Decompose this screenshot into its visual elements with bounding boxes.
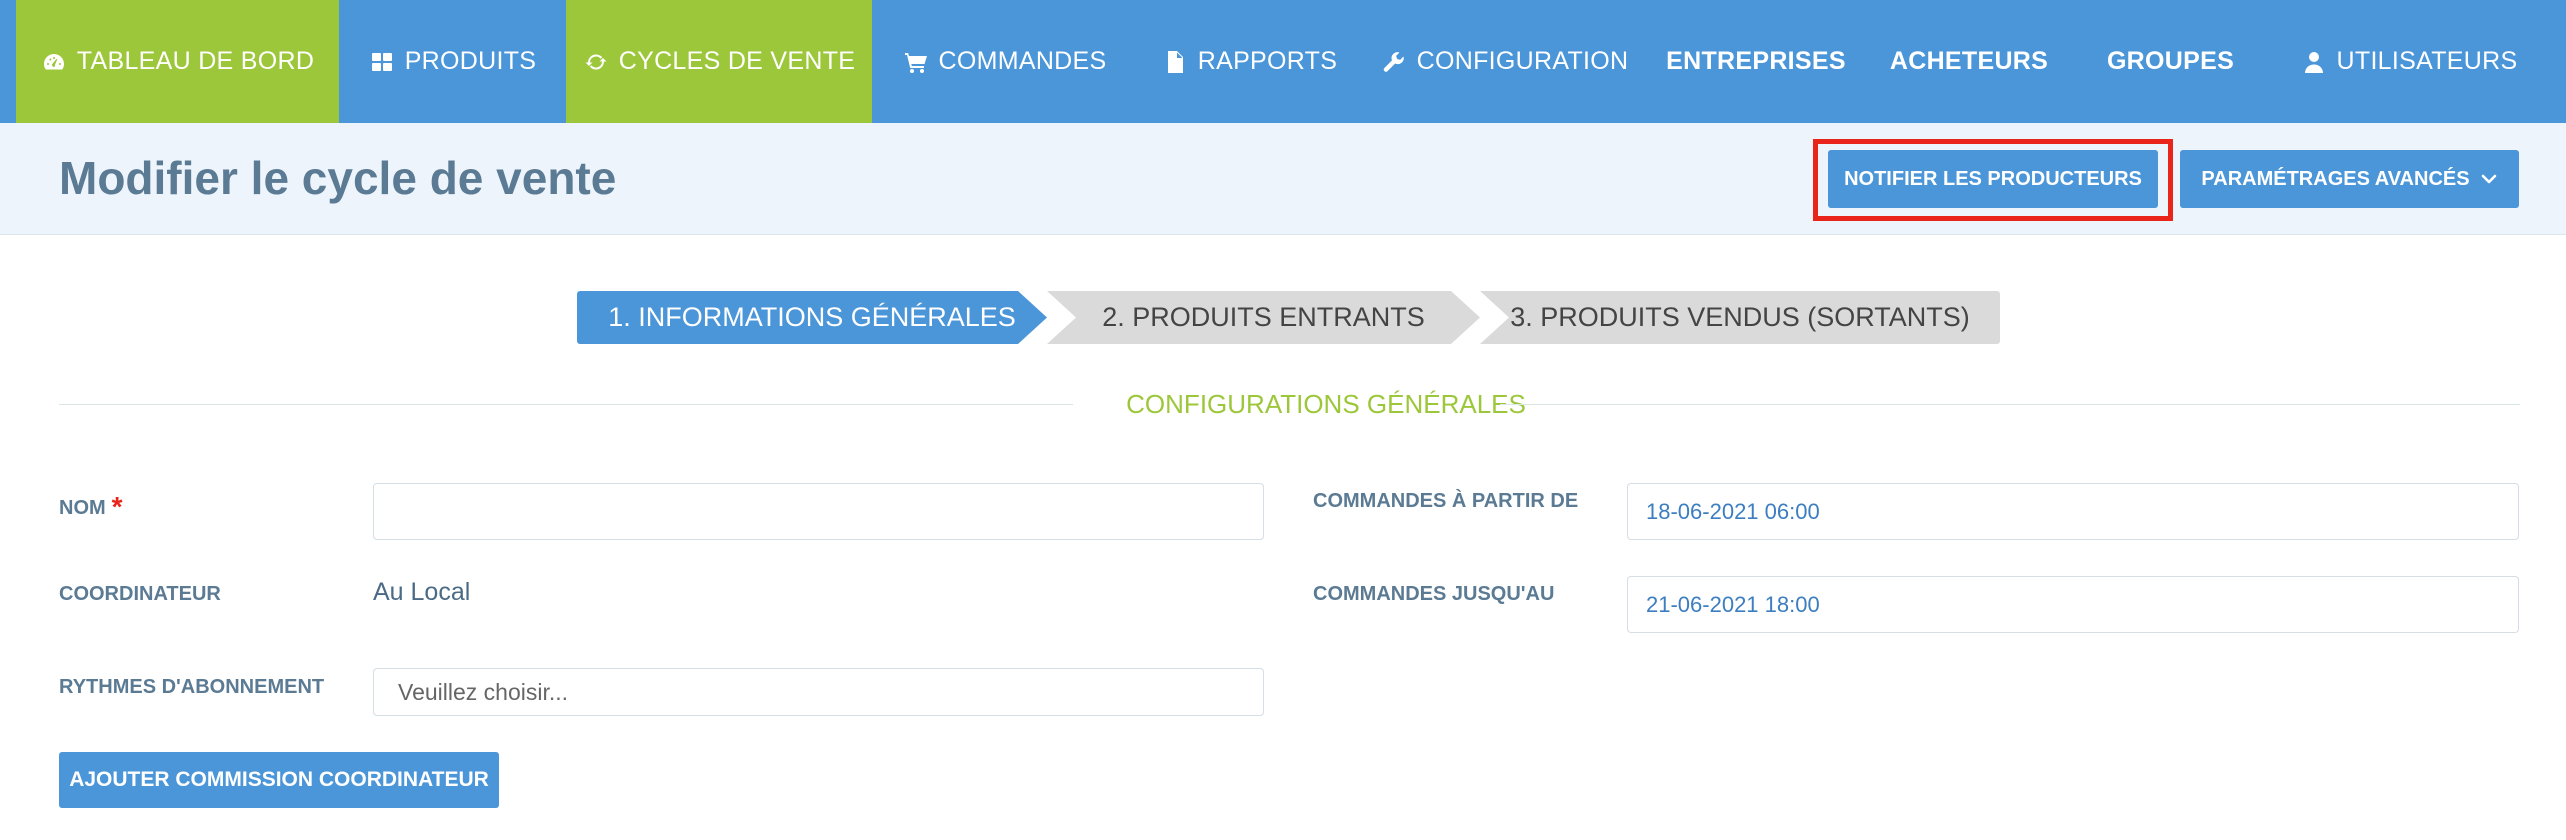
rythmes-placeholder: Veuillez choisir... xyxy=(398,678,569,705)
nav-item-tableau-de-bord[interactable]: TABLEAU DE BORD xyxy=(16,0,339,137)
rythmes-label: RYTHMES D'ABONNEMENT xyxy=(59,676,325,698)
nav-item-acheteurs[interactable]: ACHETEURS xyxy=(1865,0,2073,123)
nom-field[interactable] xyxy=(373,483,1264,540)
rythmes-select[interactable]: Veuillez choisir... xyxy=(373,668,1264,716)
nav-label-acheteurs: ACHETEURS xyxy=(1889,47,2049,75)
nav-label-commandes: COMMANDES xyxy=(938,47,1107,75)
step-label: 1. INFORMATIONS GÉNÉRALES xyxy=(608,302,1016,332)
nav-label-configuration: CONFIGURATION xyxy=(1416,47,1629,75)
nav-item-rapports[interactable]: RAPPORTS xyxy=(1137,0,1362,123)
wizard-steps: 1. INFORMATIONS GÉNÉRALES 2. PRODUITS EN… xyxy=(577,291,2000,344)
nav-item-commandes[interactable]: COMMANDES xyxy=(872,0,1137,123)
add-coordinator-commission-button[interactable]: AJOUTER COMMISSION COORDINATEUR xyxy=(59,752,499,808)
dashboard-icon xyxy=(41,49,67,75)
chevron-down-icon xyxy=(2480,170,2498,188)
user-icon xyxy=(2301,49,2327,75)
file-icon xyxy=(1162,49,1188,75)
cart-icon xyxy=(903,49,929,75)
nav-label-tableau-de-bord: TABLEAU DE BORD xyxy=(76,47,315,75)
commandes-fin-label: COMMANDES JUSQU'AU xyxy=(1313,583,1555,605)
nav-item-utilisateurs[interactable]: UTILISATEURS xyxy=(2268,0,2550,123)
nav-label-entreprises: ENTREPRISES xyxy=(1666,47,1846,75)
notify-producers-button[interactable]: NOTIFIER LES PRODUCTEURS xyxy=(1828,150,2158,208)
step-produits-entrants[interactable]: 2. PRODUITS ENTRANTS xyxy=(1047,291,1480,344)
nav-label-produits: PRODUITS xyxy=(404,47,537,75)
commandes-debut-field[interactable] xyxy=(1627,483,2519,540)
required-asterisk: * xyxy=(111,491,123,522)
advanced-settings-button[interactable]: PARAMÉTRAGES AVANCÉS xyxy=(2180,150,2519,208)
advanced-settings-label: PARAMÉTRAGES AVANCÉS xyxy=(2201,167,2470,190)
commandes-debut-label: COMMANDES À PARTIR DE xyxy=(1313,490,1579,512)
nav-item-groupes[interactable]: GROUPES xyxy=(2073,0,2268,123)
step-produits-vendus[interactable]: 3. PRODUITS VENDUS (SORTANTS) xyxy=(1480,291,2000,344)
nav-label-utilisateurs: UTILISATEURS xyxy=(2336,47,2518,75)
wrench-icon xyxy=(1381,49,1407,75)
nav-label-cycles-de-vente: CYCLES DE VENTE xyxy=(618,47,856,75)
step-label: 2. PRODUITS ENTRANTS xyxy=(1102,302,1425,332)
nav-label-groupes: GROUPES xyxy=(2106,47,2235,75)
nav-item-configuration[interactable]: CONFIGURATION xyxy=(1362,0,1647,123)
section-divider-right xyxy=(1500,404,2520,405)
section-divider-left xyxy=(59,404,1073,405)
refresh-icon xyxy=(583,49,609,75)
commandes-fin-field[interactable] xyxy=(1627,576,2519,633)
nav-item-produits[interactable]: PRODUITS xyxy=(339,0,566,123)
step-informations-generales[interactable]: 1. INFORMATIONS GÉNÉRALES xyxy=(577,291,1047,344)
nav-item-cycles-de-vente[interactable]: CYCLES DE VENTE xyxy=(566,0,872,137)
nav-label-rapports: RAPPORTS xyxy=(1197,47,1338,75)
coordinateur-value: Au Local xyxy=(373,578,471,606)
nav-item-entreprises[interactable]: ENTREPRISES xyxy=(1647,0,1865,123)
coordinateur-label: COORDINATEUR xyxy=(59,583,221,605)
top-navbar: TABLEAU DE BORD PRODUITS CYCLES DE VENTE… xyxy=(0,0,2566,137)
nom-label: NOM * xyxy=(59,491,123,522)
grid-icon xyxy=(369,49,395,75)
step-label: 3. PRODUITS VENDUS (SORTANTS) xyxy=(1510,302,1970,332)
page-title: Modifier le cycle de vente xyxy=(59,152,617,204)
